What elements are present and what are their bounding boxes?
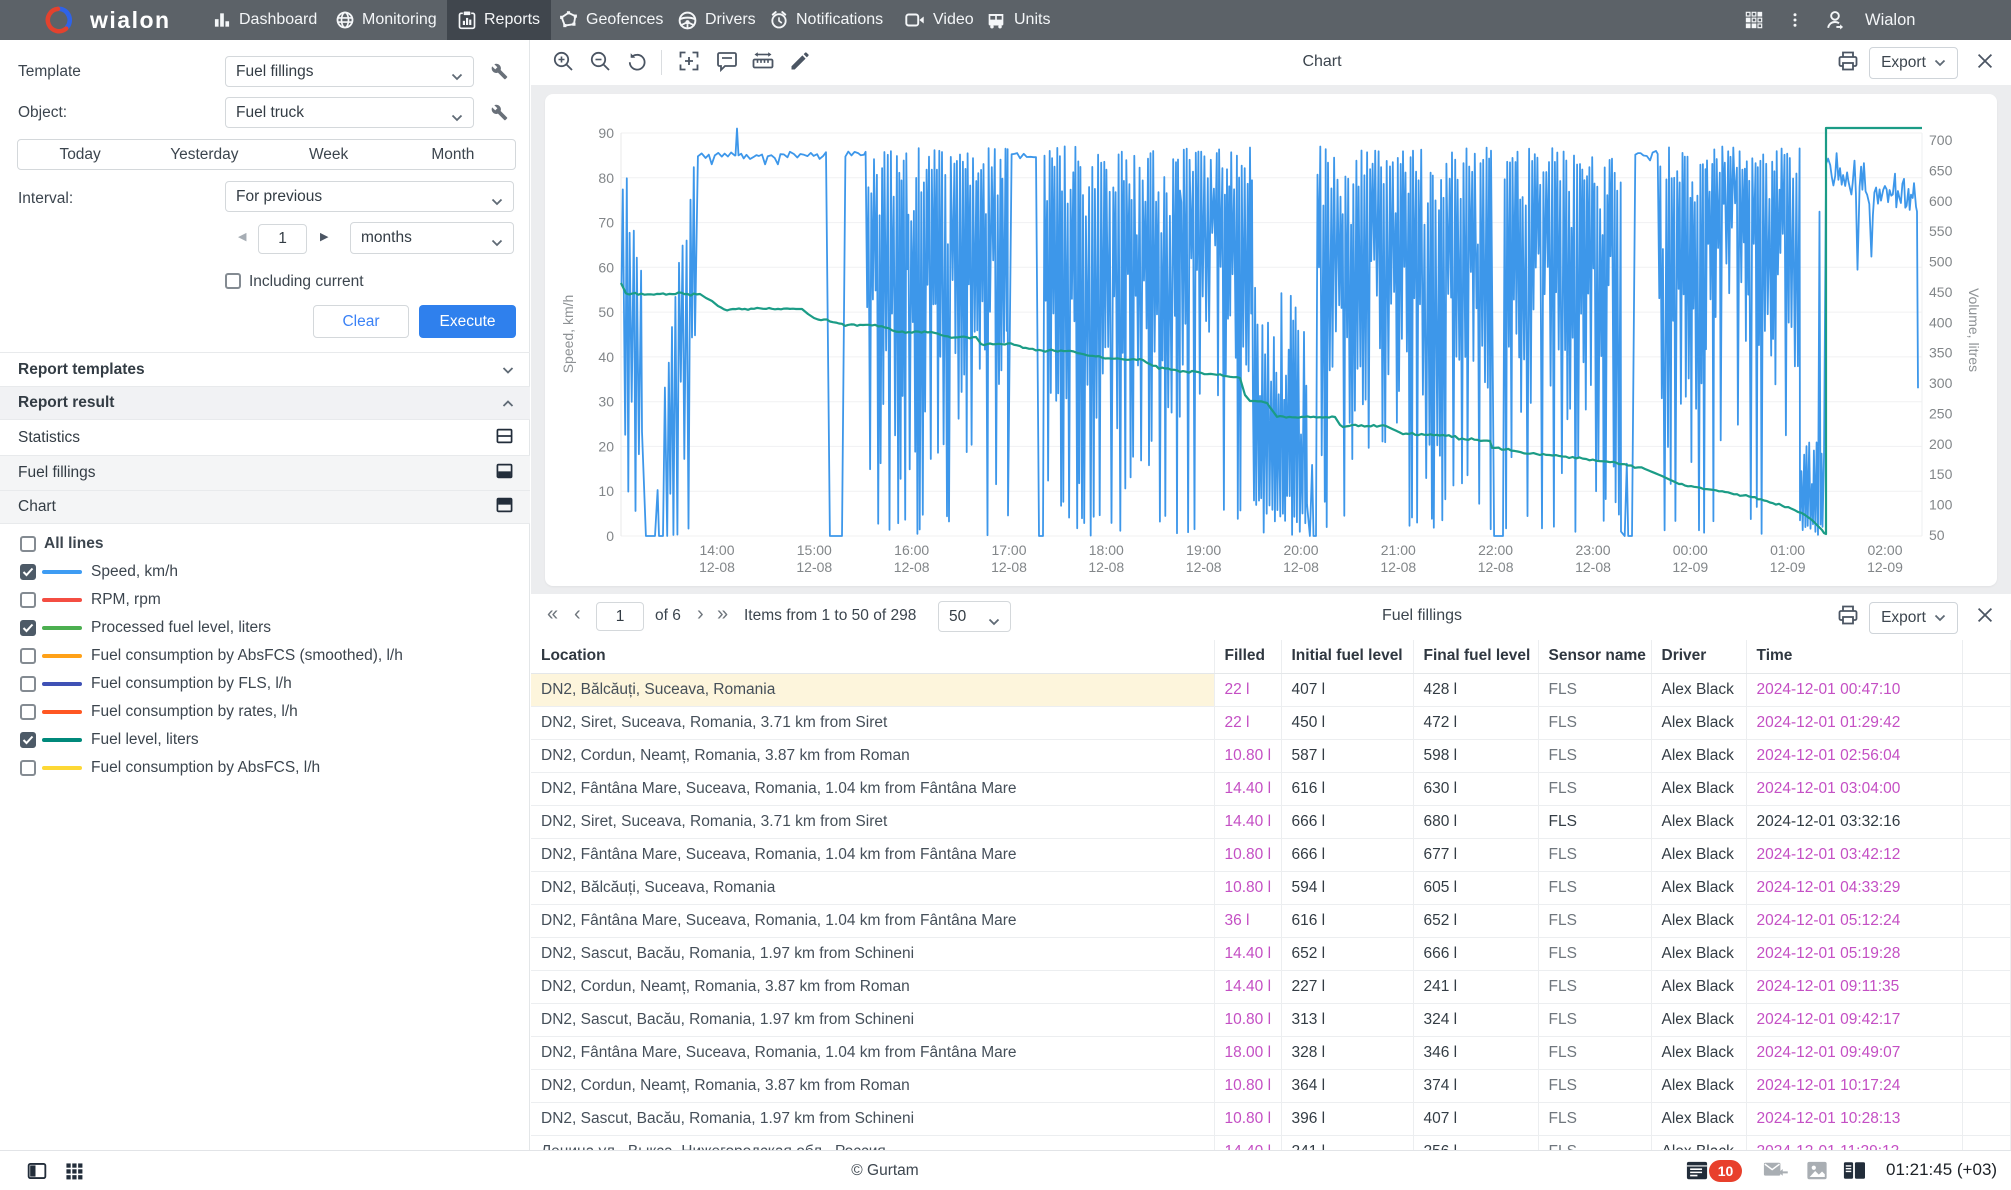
svg-text:600: 600	[1929, 193, 1953, 209]
svg-text:50: 50	[1929, 527, 1945, 543]
svg-text:12-08: 12-08	[1478, 559, 1514, 575]
svg-text:12-09: 12-09	[1672, 559, 1708, 575]
svg-text:19:00: 19:00	[1186, 542, 1221, 558]
svg-text:12-08: 12-08	[991, 559, 1027, 575]
svg-text:12-08: 12-08	[1575, 559, 1611, 575]
svg-text:01:00: 01:00	[1770, 542, 1805, 558]
svg-text:12-08: 12-08	[699, 559, 735, 575]
svg-text:21:00: 21:00	[1381, 542, 1416, 558]
svg-text:14:00: 14:00	[699, 542, 734, 558]
svg-text:20:00: 20:00	[1283, 542, 1318, 558]
svg-text:10: 10	[598, 483, 614, 499]
svg-text:0: 0	[606, 528, 614, 544]
svg-text:80: 80	[598, 170, 614, 186]
svg-text:90: 90	[598, 125, 614, 141]
svg-text:12-08: 12-08	[1186, 559, 1222, 575]
svg-text:Volume, litres: Volume, litres	[1966, 288, 1982, 372]
svg-text:23:00: 23:00	[1575, 542, 1610, 558]
svg-text:50: 50	[598, 304, 614, 320]
svg-text:70: 70	[598, 215, 614, 231]
svg-text:100: 100	[1929, 497, 1953, 513]
svg-text:300: 300	[1929, 375, 1953, 391]
svg-text:250: 250	[1929, 406, 1953, 422]
svg-text:150: 150	[1929, 466, 1953, 482]
svg-text:17:00: 17:00	[991, 542, 1026, 558]
svg-text:200: 200	[1929, 436, 1953, 452]
svg-text:40: 40	[598, 349, 614, 365]
svg-text:12-08: 12-08	[796, 559, 832, 575]
svg-text:02:00: 02:00	[1867, 542, 1902, 558]
svg-text:12-08: 12-08	[1380, 559, 1416, 575]
svg-text:12-08: 12-08	[1283, 559, 1319, 575]
svg-text:30: 30	[598, 394, 614, 410]
svg-text:700: 700	[1929, 132, 1953, 148]
svg-text:16:00: 16:00	[894, 542, 929, 558]
svg-text:18:00: 18:00	[1089, 542, 1124, 558]
svg-text:350: 350	[1929, 345, 1953, 361]
svg-text:400: 400	[1929, 314, 1953, 330]
svg-text:12-08: 12-08	[894, 559, 930, 575]
svg-text:450: 450	[1929, 284, 1953, 300]
svg-text:00:00: 00:00	[1673, 542, 1708, 558]
svg-text:12-09: 12-09	[1770, 559, 1806, 575]
svg-text:60: 60	[598, 259, 614, 275]
svg-text:22:00: 22:00	[1478, 542, 1513, 558]
svg-text:Speed, km/h: Speed, km/h	[560, 295, 576, 374]
svg-text:15:00: 15:00	[797, 542, 832, 558]
svg-text:12-09: 12-09	[1867, 559, 1903, 575]
svg-text:550: 550	[1929, 223, 1953, 239]
svg-text:500: 500	[1929, 254, 1953, 270]
svg-text:20: 20	[598, 438, 614, 454]
svg-text:12-08: 12-08	[1088, 559, 1124, 575]
svg-text:650: 650	[1929, 162, 1953, 178]
